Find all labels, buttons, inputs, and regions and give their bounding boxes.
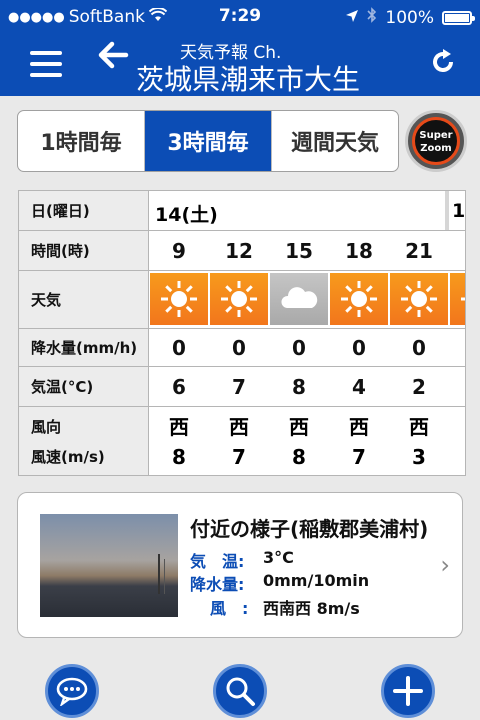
back-button[interactable]	[96, 38, 130, 81]
temp-cell: 2	[412, 375, 426, 399]
row-label-temp: 気温(°C)	[19, 367, 149, 407]
sunny-icon	[150, 273, 208, 325]
nearby-wind-value: 西南西 8m/s	[263, 599, 360, 618]
nearby-title: 付近の様子(稲敷郡美浦村)	[190, 517, 429, 541]
wind-dir-cell: 西	[169, 415, 189, 439]
row-label-wind: 風向 風速(m/s)	[19, 407, 149, 475]
status-bar: ●●●●● SoftBank 7:29 100%	[0, 0, 480, 34]
location-arrow-icon	[345, 8, 359, 28]
sunny-icon	[210, 273, 268, 325]
forecast-table: 日(曜日) 時間(時) 天気 降水量(mm/h) 気温(°C) 風向 風速(m/…	[18, 190, 466, 476]
chat-button[interactable]	[45, 664, 99, 718]
precip-cell: 0	[352, 336, 366, 360]
super-zoom-line1: Super	[419, 130, 453, 141]
search-button[interactable]	[213, 664, 267, 718]
plus-icon	[393, 676, 423, 706]
interval-tabs: 1時間毎 3時間毎 週間天気	[17, 110, 399, 172]
wind-dir-cell: 南	[449, 412, 465, 442]
search-icon	[226, 677, 255, 706]
hour-row: 9 12 15 18 21	[149, 231, 465, 271]
precip-cell: 0	[232, 336, 246, 360]
row-label-date: 日(曜日)	[19, 191, 149, 231]
wind-speed-cell: 8	[172, 445, 186, 469]
sunny-icon	[330, 273, 388, 325]
nearby-precip-label: 降水量:	[190, 575, 245, 594]
status-right: 100%	[345, 7, 475, 28]
precip-cell: 0	[172, 336, 186, 360]
super-zoom-icon: Super Zoom	[412, 117, 460, 165]
chevron-right-icon: ›	[440, 551, 450, 579]
row-label-weather: 天気	[19, 271, 149, 329]
row-label-hour: 時間(時)	[19, 231, 149, 271]
hour-cell: 12	[225, 239, 253, 263]
wind-speed-cell: 3	[412, 445, 426, 469]
page-title: 茨城県潮来市大生	[136, 63, 361, 96]
nearby-conditions-card[interactable]: 付近の様子(稲敷郡美浦村) 気 温: 3°C 降水量: 0mm/10min 風 …	[17, 492, 463, 638]
battery-percent: 100%	[385, 7, 434, 28]
live-camera-photo	[40, 514, 178, 617]
back-arrow-icon	[98, 41, 129, 69]
forecast-data[interactable]: 14(土) 1 9 12 15 18 21 0 0 0 0 0 6 7 8 4 …	[149, 191, 465, 475]
refresh-button[interactable]	[428, 46, 458, 84]
battery-icon	[442, 10, 475, 25]
super-zoom-line2: Zoom	[420, 143, 452, 154]
super-zoom-button[interactable]: Super Zoom	[405, 110, 467, 172]
wind-speed-cell: 7	[232, 445, 246, 469]
precip-row: 0 0 0 0 0	[149, 329, 465, 367]
sunny-icon	[390, 273, 448, 325]
precip-cell: 0	[412, 336, 426, 360]
menu-icon	[30, 51, 62, 55]
wind-dir-cell: 西	[409, 415, 429, 439]
temp-cell: 6	[172, 375, 186, 399]
chat-bubble-icon	[56, 677, 88, 706]
hour-cell: 9	[172, 239, 186, 263]
wind-dir-cell: 西	[229, 415, 249, 439]
nearby-temp-value: 3°C	[263, 548, 294, 567]
temp-cell: 8	[292, 375, 306, 399]
nearby-temp-label: 気 温:	[190, 552, 245, 571]
wind-speed-cell: 7	[352, 445, 366, 469]
tab-3-hour[interactable]: 3時間毎	[145, 111, 272, 171]
nav-bar: 天気予報 Ch. 茨城県潮来市大生	[0, 34, 480, 96]
row-label-precip: 降水量(mm/h)	[19, 329, 149, 367]
tab-weekly[interactable]: 週間天気	[272, 111, 398, 171]
tab-1-hour[interactable]: 1時間毎	[18, 111, 145, 171]
day-label: 14(土)	[155, 204, 218, 226]
row-label-wind-dir: 風向	[31, 417, 62, 436]
temp-row: 6 7 8 4 2	[149, 367, 465, 407]
cloudy-icon	[270, 273, 328, 325]
wind-dir-cell: 西	[289, 415, 309, 439]
sunny-icon	[450, 273, 465, 325]
hour-cell: 21	[405, 239, 433, 263]
wind-row: 西 西 西 西 西 南 8 7 8 7 3	[149, 407, 465, 475]
wind-speed-cell: 8	[292, 445, 306, 469]
next-day-label: 1	[452, 200, 466, 222]
day-divider	[445, 191, 449, 230]
precip-cell: 0	[292, 336, 306, 360]
hour-cell: 15	[285, 239, 313, 263]
hour-cell: 18	[345, 239, 373, 263]
temp-cell: 4	[352, 375, 366, 399]
refresh-icon	[433, 49, 453, 72]
date-row: 14(土) 1	[149, 191, 465, 231]
row-label-wind-speed: 風速(m/s)	[31, 447, 105, 466]
menu-button[interactable]	[30, 47, 62, 81]
temp-cell: 7	[232, 375, 246, 399]
nearby-precip-value: 0mm/10min	[263, 571, 370, 590]
nearby-wind-label: 風 :	[210, 599, 249, 618]
bluetooth-icon	[367, 7, 377, 28]
add-button[interactable]	[381, 664, 435, 718]
wind-dir-cell: 西	[349, 415, 369, 439]
